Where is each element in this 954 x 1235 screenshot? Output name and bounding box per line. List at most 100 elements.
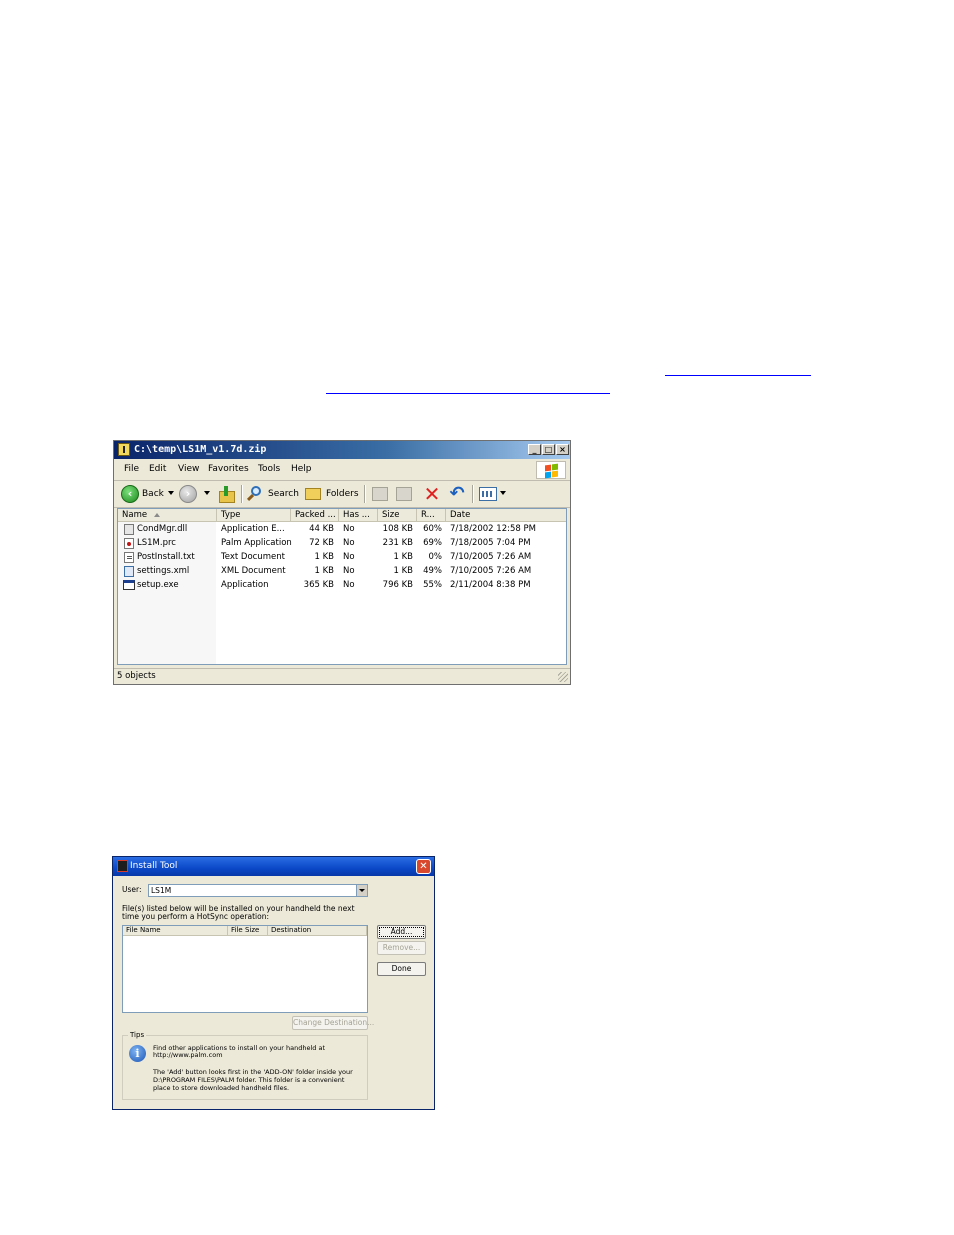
dll-file-icon [124, 524, 134, 535]
title-bar[interactable]: C:\temp\LS1M_v1.7d.zip _ □ × [114, 441, 570, 459]
file-packed: 1 KB [314, 566, 334, 576]
search-icon[interactable] [246, 486, 263, 502]
xml-file-icon [124, 566, 134, 577]
text-file-icon [124, 552, 134, 563]
file-size: 796 KB [382, 580, 413, 590]
file-has: No [343, 566, 355, 576]
windows-logo-icon [536, 461, 566, 479]
file-packed: 44 KB [309, 524, 334, 534]
minimize-button[interactable]: _ [528, 444, 541, 455]
file-ratio: 60% [423, 524, 442, 534]
file-size: 108 KB [382, 524, 413, 534]
chevron-down-icon[interactable] [356, 885, 367, 896]
back-dropdown-icon[interactable] [168, 491, 174, 495]
back-arrow-icon[interactable]: ‹ [121, 485, 139, 503]
file-name: settings.xml [137, 566, 190, 576]
file-type: Text Document [221, 552, 285, 562]
menu-bar: File Edit View Favorites Tools Help [114, 460, 570, 481]
status-text: 5 objects [117, 671, 156, 681]
column-header-file-size[interactable]: File Size [228, 926, 268, 936]
title-bar[interactable]: Install Tool ✕ [113, 857, 434, 876]
description-line-2: time you perform a HotSync operation: [122, 912, 269, 921]
file-name: CondMgr.dll [137, 524, 188, 534]
copy-to-icon[interactable] [396, 487, 412, 501]
file-type: Application [221, 580, 269, 590]
column-header-date[interactable]: Date [446, 509, 566, 522]
exe-file-icon [123, 580, 135, 590]
move-to-icon[interactable] [372, 487, 388, 501]
toolbar-separator [472, 485, 474, 503]
folders-button-label[interactable]: Folders [326, 489, 359, 499]
file-name: LS1M.prc [137, 538, 176, 548]
add-button[interactable]: Add... [377, 925, 426, 939]
info-icon: i [129, 1045, 146, 1062]
file-date: 7/18/2005 7:04 PM [450, 538, 531, 548]
window-title: C:\temp\LS1M_v1.7d.zip [134, 444, 267, 455]
forward-dropdown-icon[interactable] [204, 491, 210, 495]
file-has: No [343, 538, 355, 548]
file-name: setup.exe [137, 580, 179, 590]
remove-button[interactable]: Remove... [377, 941, 426, 955]
install-tool-dialog: Install Tool ✕ User: LS1M File(s) listed… [112, 856, 435, 1110]
menu-help[interactable]: Help [291, 464, 312, 474]
column-header-packed[interactable]: Packed ... [291, 509, 339, 522]
file-date: 2/11/2004 8:38 PM [450, 580, 531, 590]
file-type: Palm Application [221, 538, 292, 548]
file-type: Application E... [221, 524, 285, 534]
install-tool-icon [117, 860, 128, 872]
column-header-ratio[interactable]: R... [417, 509, 446, 522]
undo-icon[interactable]: ↶ [447, 484, 467, 504]
hyperlink-underline-1[interactable] [665, 375, 811, 376]
menu-favorites[interactable]: Favorites [208, 464, 249, 474]
column-header-name[interactable]: Name [118, 509, 217, 522]
menu-view[interactable]: View [178, 464, 199, 474]
file-ratio: 49% [423, 566, 442, 576]
hyperlink-underline-2[interactable] [326, 393, 610, 394]
tip-link[interactable]: http://www.palm.com [153, 1051, 223, 1059]
explorer-window: C:\temp\LS1M_v1.7d.zip _ □ × File Edit V… [113, 440, 571, 685]
file-type: XML Document [221, 566, 286, 576]
install-file-list[interactable]: File Name File Size Destination [122, 925, 368, 1013]
file-date: 7/18/2002 12:58 PM [450, 524, 536, 534]
file-has: No [343, 580, 355, 590]
palm-app-icon [124, 538, 134, 549]
column-header-file-name[interactable]: File Name [123, 926, 228, 936]
user-select[interactable]: LS1M [148, 884, 368, 897]
done-button[interactable]: Done [377, 962, 426, 976]
file-ratio: 55% [423, 580, 442, 590]
forward-arrow-icon[interactable]: › [179, 485, 197, 503]
resize-grip[interactable] [558, 672, 568, 682]
tips-label: Tips [128, 1030, 147, 1040]
user-label: User: [122, 885, 142, 894]
menu-file[interactable]: File [124, 464, 139, 474]
close-button[interactable]: × [556, 444, 569, 455]
file-packed: 1 KB [314, 552, 334, 562]
dialog-title: Install Tool [130, 861, 178, 871]
menu-tools[interactable]: Tools [258, 464, 280, 474]
tip-line: The 'Add' button looks first in the 'ADD… [153, 1068, 353, 1076]
folders-icon[interactable] [305, 488, 321, 500]
views-dropdown-icon[interactable] [500, 491, 506, 495]
search-button-label[interactable]: Search [268, 489, 299, 499]
toolbar-separator [241, 485, 243, 503]
zip-folder-icon [118, 443, 130, 456]
file-ratio: 69% [423, 538, 442, 548]
maximize-button[interactable]: □ [542, 444, 555, 455]
menu-edit[interactable]: Edit [149, 464, 166, 474]
toolbar: ‹ Back › Search Folders ✕ ↶ [114, 481, 570, 508]
back-button-label[interactable]: Back [142, 489, 164, 499]
file-date: 7/10/2005 7:26 AM [450, 566, 532, 576]
change-destination-button[interactable]: Change Destination... [292, 1016, 374, 1030]
status-bar: 5 objects [114, 668, 570, 684]
tip-line: D:\PROGRAM FILES\PALM folder. This folde… [153, 1076, 345, 1084]
up-folder-icon[interactable] [218, 486, 235, 503]
views-icon[interactable] [479, 487, 497, 501]
column-header-has[interactable]: Has ... [339, 509, 378, 522]
column-header-size[interactable]: Size [378, 509, 417, 522]
delete-icon[interactable]: ✕ [422, 484, 442, 504]
close-button[interactable]: ✕ [416, 859, 431, 874]
column-header-destination[interactable]: Destination [268, 926, 367, 936]
file-date: 7/10/2005 7:26 AM [450, 552, 532, 562]
file-size: 1 KB [393, 552, 413, 562]
column-header-type[interactable]: Type [217, 509, 291, 522]
